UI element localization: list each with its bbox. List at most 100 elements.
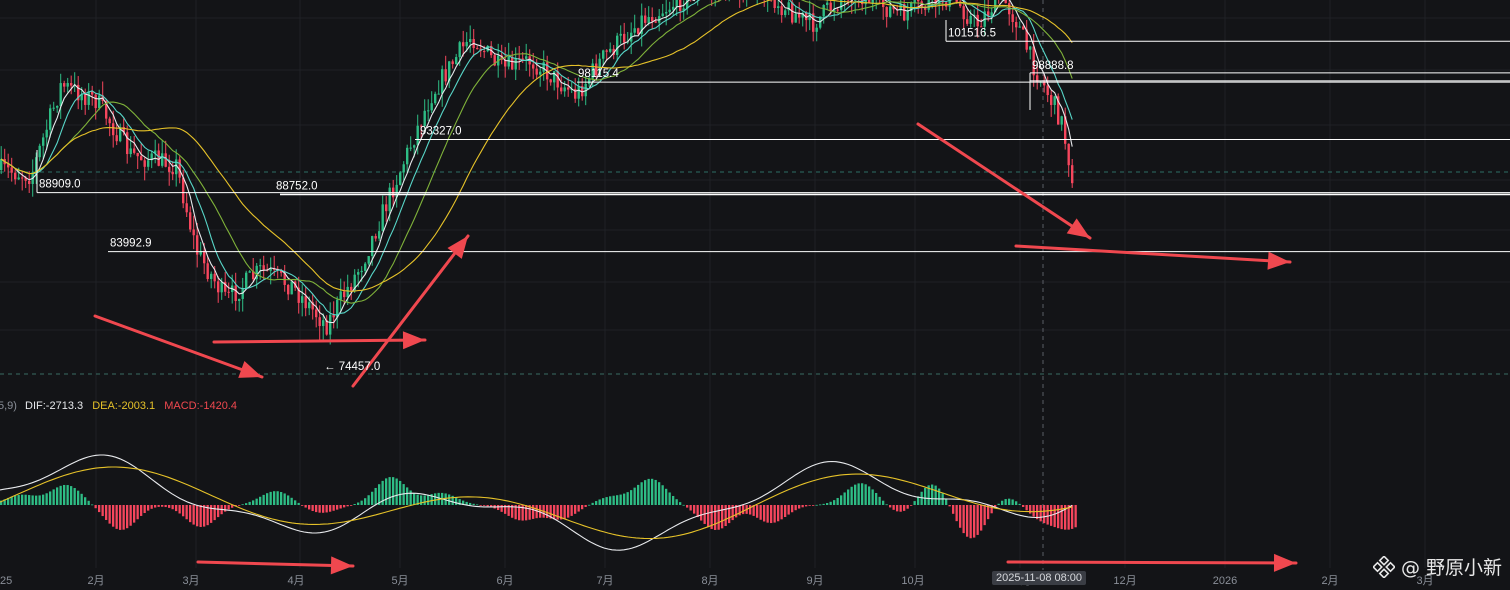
macd-bar-87	[304, 505, 307, 508]
macd-bar-254	[889, 505, 892, 508]
macd-bar-100	[350, 505, 353, 506]
macd-bar-277	[969, 505, 972, 539]
macd-bar-275	[962, 505, 965, 534]
candle-body-40	[140, 156, 143, 161]
macd-bar-95	[332, 505, 335, 511]
candle-body-292	[1022, 26, 1025, 30]
macd-bar-204	[714, 505, 717, 530]
macd-bar-57	[199, 505, 202, 527]
macd-bar-264	[924, 487, 927, 505]
candle-body-37	[129, 148, 132, 155]
macd-bar-53	[185, 505, 188, 520]
macd-bar-90	[315, 505, 318, 513]
macd-bar-297	[1039, 505, 1042, 522]
macd-bar-280	[980, 505, 983, 531]
macd-bar-271	[948, 505, 951, 507]
macd-bar-56	[196, 505, 199, 527]
candle-body-20	[70, 83, 73, 86]
candle-body-177	[619, 33, 622, 36]
macd-bar-17	[59, 485, 62, 505]
macd-bar-299	[1046, 505, 1049, 525]
macd-bar-105	[367, 495, 370, 505]
candle-body-6	[21, 177, 24, 179]
candle-body-185	[647, 17, 650, 23]
price-chart[interactable]: 252月3月4月5月6月7月8月9月10月11月12月20262月3月 8890…	[0, 0, 1510, 590]
macd-bar-237	[829, 501, 832, 505]
macd-bar-165	[577, 505, 580, 512]
macd-bar-212	[742, 505, 745, 515]
candle-body-41	[143, 160, 146, 167]
macd-bar-36	[126, 505, 129, 529]
macd-bar-118	[413, 492, 416, 505]
candle-body-99	[346, 286, 349, 298]
macd-bar-161	[563, 505, 566, 519]
macd-bar-207	[724, 505, 727, 526]
macd-bar-223	[780, 505, 783, 520]
macd-bar-19	[66, 485, 69, 505]
candle-body-3	[10, 167, 13, 173]
x-tick-0: 25	[0, 575, 12, 587]
macd-bar-116	[406, 487, 409, 505]
macd-bar-94	[329, 505, 332, 512]
macd-bar-62	[217, 505, 220, 518]
macd-bar-14	[49, 491, 52, 505]
macd-bar-73	[255, 498, 258, 505]
macd-bar-99	[346, 505, 349, 507]
macd-bar-23	[80, 493, 83, 505]
candle-body-253	[885, 7, 888, 17]
candle-body-173	[605, 50, 608, 52]
macd-bar-224	[784, 505, 787, 518]
macd-bar-58	[203, 505, 206, 527]
macd-bar-234	[819, 504, 822, 506]
macd-bar-164	[574, 505, 577, 514]
macd-bar-134	[469, 502, 472, 505]
macd-bar-236	[826, 503, 829, 505]
macd-bar-15	[52, 489, 55, 505]
candle-body-186	[651, 17, 654, 22]
macd-bar-197	[689, 505, 692, 511]
candle-body-58	[203, 250, 206, 264]
candle-body-33	[115, 135, 118, 142]
macd-bar-138	[483, 505, 486, 506]
candle-body-138	[483, 51, 486, 53]
macd-bar-302	[1057, 505, 1060, 529]
horizontal-level-lines	[36, 20, 1510, 253]
macd-bar-162	[567, 505, 570, 518]
candle-body-287	[1004, 0, 1007, 4]
candle-body-254	[889, 6, 892, 17]
candle-body-97	[339, 291, 342, 300]
candle-body-129	[451, 61, 454, 65]
macd-bar-260	[910, 505, 913, 506]
macd-bar-35	[122, 505, 125, 530]
lvl-101516-label: 101516.5	[948, 27, 996, 39]
lvl-98888-label: 98888.8	[1032, 60, 1074, 72]
candle-body-159	[556, 71, 559, 88]
candle-body-46	[161, 153, 164, 166]
macd-bar-196	[686, 505, 689, 508]
macd-bar-220	[770, 505, 773, 524]
candle-body-182	[637, 28, 640, 34]
macd-bar-255	[892, 505, 895, 510]
x-tick-12: 2026	[1213, 575, 1237, 587]
macd-bar-252	[882, 500, 885, 505]
candle-body-291	[1018, 26, 1021, 28]
x-tick-1: 2月	[87, 575, 104, 587]
candle-body-133	[465, 41, 468, 47]
trend-arrow-head-4	[1066, 218, 1090, 238]
macd-bar-307	[1074, 505, 1077, 528]
macd-bar-293	[1025, 505, 1028, 511]
candle-body-62	[217, 281, 220, 293]
candle-body-189	[661, 13, 664, 17]
macd-bar-78	[273, 491, 276, 505]
macd-bar-37	[129, 505, 132, 526]
macd-bar-121	[423, 495, 426, 505]
macd-bar-76	[266, 493, 269, 505]
candle-body-190	[665, 12, 668, 14]
macd-bar-217	[759, 505, 762, 520]
macd-bar-243	[850, 486, 853, 505]
macd-bar-205	[717, 505, 720, 530]
macd-bar-112	[392, 477, 395, 505]
macd-bar-43	[150, 505, 153, 509]
candle-body-131	[458, 42, 461, 58]
candle-body-102	[357, 272, 360, 275]
